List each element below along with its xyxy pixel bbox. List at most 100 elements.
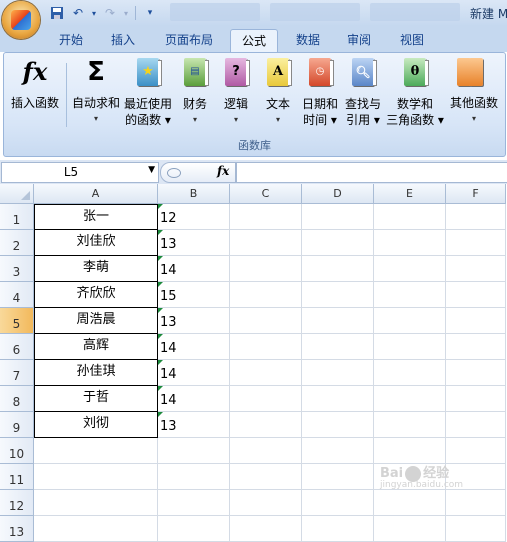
row-header-10[interactable]: 10 [0,438,34,464]
column-header-b[interactable]: B [158,184,230,204]
cell-b1[interactable]: 12 [158,204,230,230]
cell-d6[interactable] [302,334,374,360]
cell-d13[interactable] [302,516,374,542]
recently-used-button[interactable]: ★ 最近使用 的函数 ▾ [122,57,174,128]
cell-d7[interactable] [302,360,374,386]
insert-function-fx-icon[interactable]: fx [217,164,229,178]
cell-a1[interactable]: 张一 [34,204,158,230]
select-all-button[interactable] [0,184,34,204]
cell-f6[interactable] [446,334,506,360]
cell-a10[interactable] [34,438,158,464]
cell-e4[interactable] [374,282,446,308]
row-header-2[interactable]: 2 [0,230,34,256]
column-header-c[interactable]: C [230,184,302,204]
undo-dropdown-icon[interactable]: ▾ [90,4,98,22]
row-header-7[interactable]: 7 [0,360,34,386]
cell-b7[interactable]: 14 [158,360,230,386]
autosum-button[interactable]: Σ 自动求和 ▾ [68,57,124,127]
cell-a12[interactable] [34,490,158,516]
tab-formulas[interactable]: 公式 [230,29,278,52]
cell-b10[interactable] [158,438,230,464]
cell-c13[interactable] [230,516,302,542]
cell-d1[interactable] [302,204,374,230]
cell-e2[interactable] [374,230,446,256]
cell-d2[interactable] [302,230,374,256]
undo-icon[interactable]: ↶ [69,4,87,22]
tab-review[interactable]: 审阅 [338,29,380,51]
cell-a7[interactable]: 孙佳琪 [34,360,158,386]
name-box[interactable]: L5 ▼ [1,162,159,183]
cell-b9[interactable]: 13 [158,412,230,438]
cell-f13[interactable] [446,516,506,542]
date-time-button[interactable]: ◷ 日期和 时间 ▾ [300,57,340,128]
cell-b4[interactable]: 15 [158,282,230,308]
cell-e3[interactable] [374,256,446,282]
column-header-d[interactable]: D [302,184,374,204]
cell-c6[interactable] [230,334,302,360]
cell-c7[interactable] [230,360,302,386]
cell-a5[interactable]: 周浩晨 [34,308,158,334]
tab-home[interactable]: 开始 [50,29,92,51]
lookup-reference-button[interactable]: 🔍︎ 查找与 引用 ▾ [342,57,384,128]
row-header-4[interactable]: 4 [0,282,34,308]
cell-e5[interactable] [374,308,446,334]
logical-button[interactable]: ? 逻辑 ▾ [218,57,254,128]
formula-input[interactable] [236,162,507,183]
cell-c8[interactable] [230,386,302,412]
cell-d8[interactable] [302,386,374,412]
cell-e13[interactable] [374,516,446,542]
cell-c10[interactable] [230,438,302,464]
cell-f5[interactable] [446,308,506,334]
row-header-6[interactable]: 6 [0,334,34,360]
cell-b12[interactable] [158,490,230,516]
cell-a8[interactable]: 于哲 [34,386,158,412]
cell-c5[interactable] [230,308,302,334]
row-header-3[interactable]: 3 [0,256,34,282]
redo-icon[interactable]: ↷ [101,4,119,22]
customize-qat-icon[interactable]: ▾ [141,4,159,22]
cell-e1[interactable] [374,204,446,230]
tab-page-layout[interactable]: 页面布局 [157,29,221,51]
cell-f7[interactable] [446,360,506,386]
office-button[interactable] [2,1,40,39]
cell-e12[interactable] [374,490,446,516]
cell-f4[interactable] [446,282,506,308]
financial-button[interactable]: ▤ 财务 ▾ [177,57,213,128]
cell-b3[interactable]: 14 [158,256,230,282]
row-header-1[interactable]: 1 [0,204,34,230]
save-icon[interactable] [48,4,66,22]
cell-c12[interactable] [230,490,302,516]
row-header-5[interactable]: 5 [0,308,34,334]
cell-d11[interactable] [302,464,374,490]
tab-insert[interactable]: 插入 [102,29,144,51]
cell-a9[interactable]: 刘彻 [34,412,158,438]
cell-a13[interactable] [34,516,158,542]
cell-c3[interactable] [230,256,302,282]
cell-f8[interactable] [446,386,506,412]
tab-data[interactable]: 数据 [287,29,329,51]
math-trig-button[interactable]: θ 数学和 三角函数 ▾ [386,57,444,128]
row-header-12[interactable]: 12 [0,490,34,516]
chevron-down-icon[interactable]: ▼ [148,165,155,175]
column-header-e[interactable]: E [374,184,446,204]
cell-c4[interactable] [230,282,302,308]
cell-a2[interactable]: 刘佳欣 [34,230,158,256]
cell-d5[interactable] [302,308,374,334]
cell-f12[interactable] [446,490,506,516]
cell-b6[interactable]: 14 [158,334,230,360]
cell-f9[interactable] [446,412,506,438]
cell-d3[interactable] [302,256,374,282]
cell-b8[interactable]: 14 [158,386,230,412]
column-header-f[interactable]: F [446,184,506,204]
cell-b11[interactable] [158,464,230,490]
cell-f2[interactable] [446,230,506,256]
column-header-a[interactable]: A [34,184,158,204]
cell-a4[interactable]: 齐欣欣 [34,282,158,308]
cell-c2[interactable] [230,230,302,256]
more-functions-button[interactable]: 其他函数 ▾ [446,57,502,127]
cell-c1[interactable] [230,204,302,230]
cell-a6[interactable]: 高辉 [34,334,158,360]
cell-b2[interactable]: 13 [158,230,230,256]
cell-d4[interactable] [302,282,374,308]
insert-function-button[interactable]: fx 插入函数 [6,57,64,111]
